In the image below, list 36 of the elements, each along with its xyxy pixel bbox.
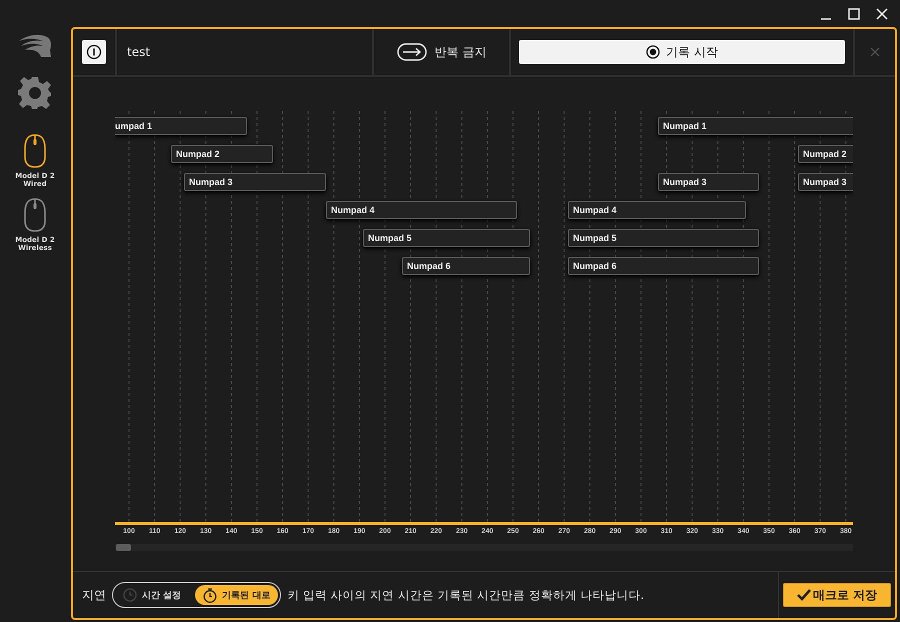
stopwatch-icon [203, 588, 218, 602]
key-event-bar[interactable]: Numpad 4 [568, 201, 746, 219]
key-event-bar[interactable]: Numpad 3 [798, 173, 853, 191]
key-event-bar[interactable]: Numpad 3 [658, 173, 759, 191]
key-event-bar[interactable]: Numpad 2 [171, 145, 273, 163]
key-event-bar[interactable]: Numpad 5 [568, 229, 759, 247]
close-icon [876, 8, 888, 20]
record-button[interactable]: 기록 시작 [519, 40, 845, 64]
key-event-bar[interactable]: Numpad 5 [363, 229, 530, 247]
info-icon [86, 44, 102, 60]
clock-icon [123, 588, 137, 602]
logo-icon [17, 33, 53, 59]
key-event-bar[interactable]: umpad 1 [115, 117, 247, 135]
check-icon [796, 589, 811, 601]
mouse-icon [23, 196, 47, 233]
scrollbar[interactable] [115, 544, 853, 551]
delay-mode-option[interactable]: 시간 설정 [115, 585, 190, 605]
repeat-toggle[interactable]: 반복 금지 [374, 29, 511, 75]
delay-label: 지연 [82, 586, 106, 604]
close-icon [870, 47, 880, 57]
save-macro-button[interactable]: 매크로 저장 [783, 583, 891, 607]
minimize-icon [821, 18, 831, 20]
maximize-icon [848, 8, 860, 20]
key-event-bar[interactable]: Numpad 6 [402, 257, 530, 275]
key-event-bar[interactable]: Numpad 2 [798, 145, 853, 163]
key-event-bar[interactable]: Numpad 1 [658, 117, 853, 135]
delay-mode-option[interactable]: 기록된 대로 [195, 585, 278, 605]
key-event-bar[interactable]: Numpad 4 [326, 201, 517, 219]
settings-icon [17, 75, 53, 111]
info-button[interactable] [82, 40, 106, 64]
key-event-bar[interactable]: Numpad 3 [184, 173, 326, 191]
mouse-icon [23, 133, 47, 169]
delay-description: 키 입력 사이의 지연 시간은 기록된 시간만큼 정확하게 나타납니다. [287, 588, 646, 602]
key-event-bar[interactable]: Numpad 6 [568, 257, 759, 275]
macro-name: test [127, 45, 150, 59]
record-icon [646, 45, 660, 59]
